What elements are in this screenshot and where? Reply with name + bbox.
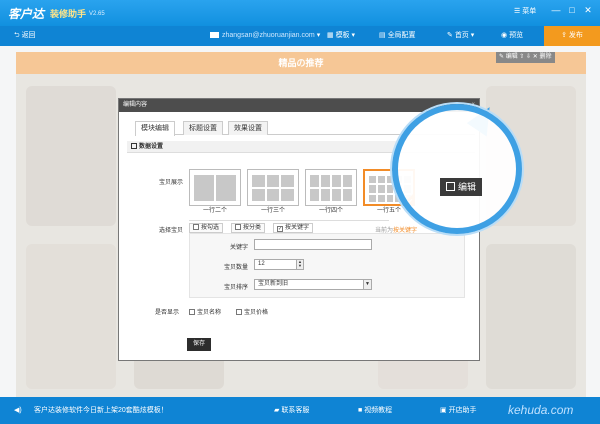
layout-caption: 一行三个 <box>260 208 285 214</box>
publish-label: 发布 <box>568 32 583 39</box>
layout-grid-icon <box>252 175 294 201</box>
magnified-edit-button: 编辑 <box>440 178 483 196</box>
account-dropdown[interactable]: zhangsan@zhuoruanjian.com ▾ <box>210 26 320 46</box>
app-version: V2.65 <box>89 11 105 17</box>
layout-option-three[interactable] <box>247 169 299 206</box>
quantity-label: 宝贝数量 <box>224 265 249 271</box>
mode-label: 按勾选 <box>201 225 220 231</box>
publish-button[interactable]: ⇪ 发布 <box>544 26 600 46</box>
chevron-down-icon: ▾ <box>316 32 321 39</box>
mode-by-check[interactable]: 按勾选 <box>189 223 224 233</box>
edit-page-icon: ✎ <box>447 32 455 39</box>
toolbar: ⮌ 返回 zhangsan@zhuoruanjian.com ▾ ▦ 模板 ▾ … <box>0 26 600 46</box>
contact-support-button[interactable]: ▰ 联系客服 <box>274 397 309 424</box>
quantity-stepper[interactable]: 12 ▲ ▼ <box>254 259 304 270</box>
save-button[interactable]: 保存 <box>187 338 211 351</box>
collapse-icon[interactable] <box>131 143 137 149</box>
keyword-input[interactable] <box>254 239 372 250</box>
chevron-down-icon: ▾ <box>351 32 356 39</box>
sort-value: 宝贝新到旧 <box>258 281 289 287</box>
config-icon: ▤ <box>379 32 388 39</box>
spinner-arrows-icon[interactable]: ▲ ▼ <box>296 260 303 269</box>
edit-icon <box>446 182 455 191</box>
watermark: kehuda.com <box>508 403 574 417</box>
show-label: 是否显示 <box>155 310 180 316</box>
global-config-button[interactable]: ▤ 全局配置 <box>379 26 416 46</box>
select-label: 选择宝贝 <box>159 228 184 234</box>
mode-by-keyword[interactable]: ✓ 按关键字 <box>273 223 314 233</box>
show-price-checkbox[interactable]: 宝贝价格 <box>236 307 268 316</box>
tab-title-settings[interactable]: 标题设置 <box>183 121 223 135</box>
design-canvas: 精品の推荐 ✎ 编辑 ⇧ ⇩ ✕ 删除 编辑内容 × 模块编辑 标题设置 效果设… <box>0 46 600 397</box>
quantity-value: 12 <box>258 261 265 267</box>
checkbox <box>193 224 199 230</box>
menu-button[interactable]: ☰ 菜单 <box>514 6 536 16</box>
checkbox <box>236 309 242 315</box>
keyword-panel: 关键字 宝贝数量 12 ▲ ▼ 宝贝排序 宝贝新到旧 ▼ <box>189 233 465 298</box>
dialog-title-bar: 编辑内容 × <box>119 99 479 112</box>
mode-label: 按分类 <box>243 225 262 231</box>
tab-effect-settings[interactable]: 效果设置 <box>228 121 268 135</box>
sort-select[interactable]: 宝贝新到旧 ▼ <box>254 279 372 290</box>
checkbox-checked: ✓ <box>277 226 283 232</box>
menu-label: 菜单 <box>522 8 537 15</box>
template-menu[interactable]: ▦ 模板 ▾ <box>327 26 355 46</box>
upload-icon: ⇪ <box>561 32 569 39</box>
show-name-checkbox[interactable]: 宝贝名称 <box>189 307 221 316</box>
shop-helper-label: 开店助手 <box>448 407 477 414</box>
tab-module-edit[interactable]: 模块编辑 <box>135 121 175 136</box>
show-option-label: 宝贝价格 <box>244 310 269 316</box>
mode-label: 按关键字 <box>285 225 310 231</box>
account-email: zhangsan@zhuoruanjian.com <box>222 32 315 39</box>
preview-button[interactable]: ◉ 预览 <box>501 26 523 46</box>
speaker-icon: ◀) <box>14 407 22 414</box>
layout-option-four[interactable] <box>305 169 357 206</box>
status-bar: ◀) 客户达装修软件今日新上架20套酷炫模板！ ▰ 联系客服 ■ 视频教程 ▣ … <box>0 397 600 424</box>
back-button[interactable]: ⮌ 返回 <box>14 26 36 46</box>
layout-option-two[interactable] <box>189 169 241 206</box>
preview-label: 预览 <box>509 32 524 39</box>
layout-grid-icon <box>310 175 352 201</box>
divider <box>189 220 389 221</box>
layout-caption: 一行四个 <box>318 208 343 214</box>
home-label: 首页 <box>454 32 469 39</box>
video-label: 视频教程 <box>364 407 393 414</box>
chevron-down-icon: ▾ <box>470 32 475 39</box>
maximize-button[interactable]: □ <box>566 5 578 15</box>
shop-icon: ▣ <box>440 407 449 414</box>
app-logo-name: 客户达 <box>8 7 45 21</box>
checkbox <box>189 309 195 315</box>
global-config-label: 全局配置 <box>387 32 416 39</box>
video-tutorial-button[interactable]: ■ 视频教程 <box>358 397 392 424</box>
announcement-text[interactable]: 客户达装修软件今日新上架20套酷炫模板！ <box>34 397 168 424</box>
eye-icon: ◉ <box>501 32 510 39</box>
sort-label: 宝贝排序 <box>224 285 249 291</box>
title-bar: 客户达 装修助手 V2.65 ☰ 菜单 — □ ✕ <box>0 0 600 26</box>
keyword-label: 关键字 <box>230 245 249 251</box>
dropdown-arrow-icon: ▼ <box>363 280 371 289</box>
shop-helper-button[interactable]: ▣ 开店助手 <box>440 397 477 424</box>
back-label: 返回 <box>21 32 36 39</box>
show-option-label: 宝贝名称 <box>197 310 222 316</box>
layout-grid-icon <box>194 175 236 201</box>
layout-caption: 一行二个 <box>202 208 227 214</box>
mail-icon <box>210 32 219 39</box>
app-subtitle: 装修助手 <box>50 9 87 19</box>
template-icon: ▦ <box>327 32 336 39</box>
section-title: 数据设置 <box>139 144 164 150</box>
close-window-button[interactable]: ✕ <box>582 5 594 16</box>
home-menu[interactable]: ✎ 首页 ▾ <box>447 26 474 46</box>
magnified-edit-label: 编辑 <box>458 182 477 192</box>
magnifier-callout: 编辑 <box>392 104 522 234</box>
mode-by-category[interactable]: 按分类 <box>231 223 266 233</box>
back-arrow-icon: ⮌ <box>14 32 22 39</box>
contact-label: 联系客服 <box>281 407 310 414</box>
minimize-button[interactable]: — <box>550 5 562 15</box>
checkbox <box>235 224 241 230</box>
display-label: 宝贝展示 <box>159 180 184 186</box>
dialog-title: 编辑内容 <box>123 102 148 108</box>
template-label: 模板 <box>335 32 350 39</box>
